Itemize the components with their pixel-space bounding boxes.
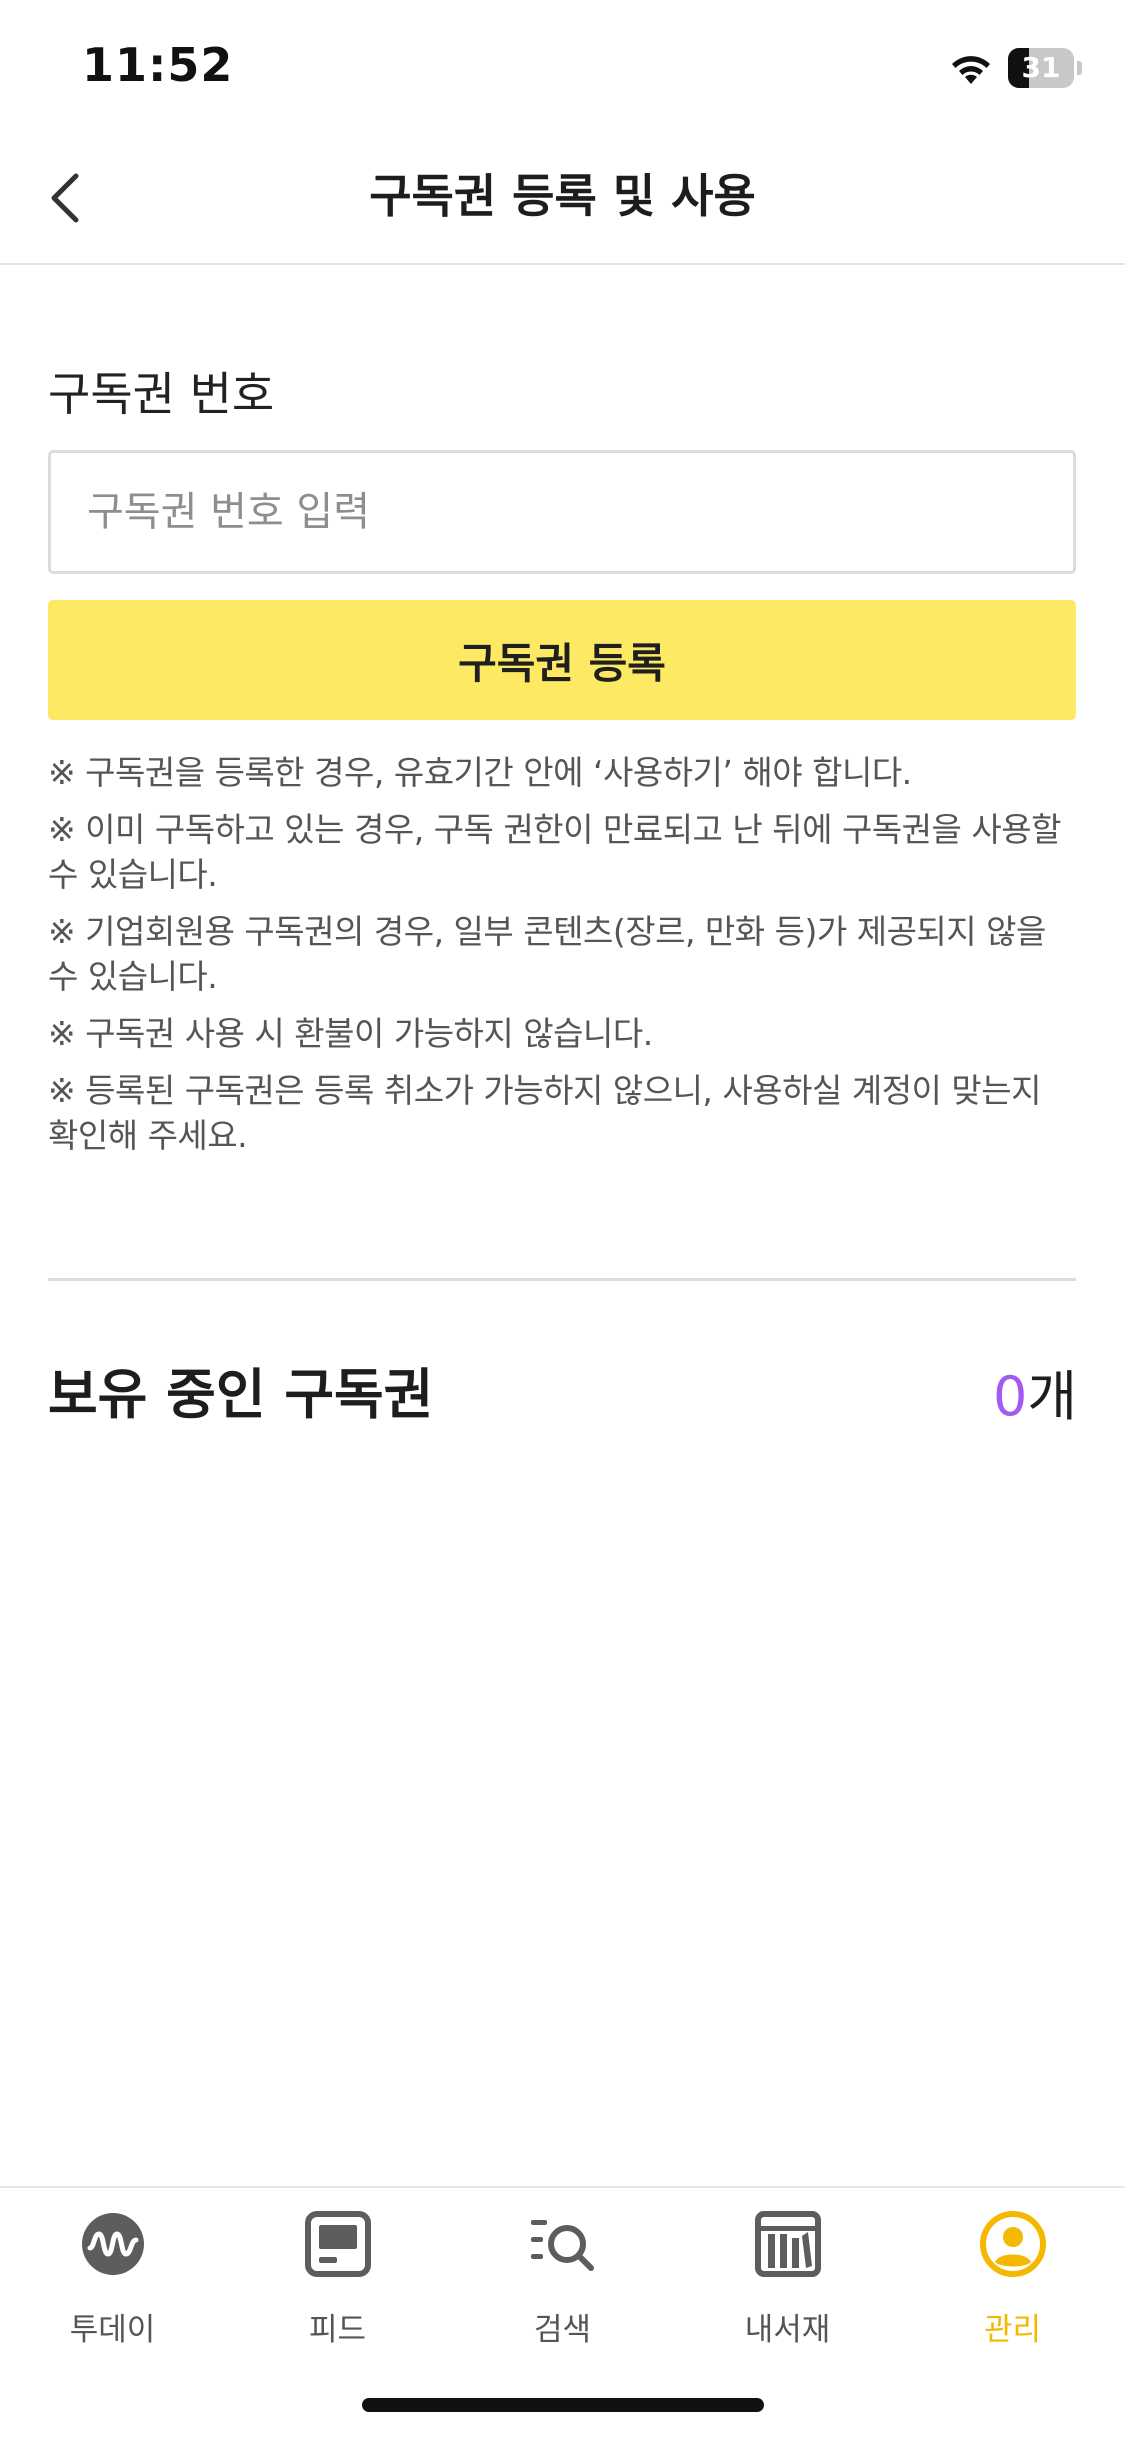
bookshelf-icon — [755, 2211, 821, 2277]
owned-vouchers-count: 0개 — [993, 1352, 1077, 1431]
tab-label: 관리 — [983, 2312, 1042, 2348]
tab-manage[interactable]: 관리 — [900, 2208, 1125, 2358]
section-divider — [48, 1278, 1076, 1281]
status-time: 11:52 — [82, 38, 234, 92]
tab-library[interactable]: 내서재 — [675, 2208, 900, 2358]
owned-count-number: 0 — [992, 1365, 1028, 1428]
header: 구독권 등록 및 사용 — [0, 135, 1125, 265]
home-indicator — [362, 2398, 764, 2412]
voucher-number-label: 구독권 번호 — [48, 367, 275, 421]
notice-item: ※ 등록된 구독권은 등록 취소가 가능하지 않으니, 사용하실 계정이 맞는지… — [48, 1071, 1042, 1155]
wifi-icon — [952, 56, 990, 84]
voucher-number-input[interactable] — [48, 450, 1076, 574]
notice-item: ※ 기업회원용 구독권의 경우, 일부 콘텐츠(장르, 만화 등)가 제공되지 … — [48, 912, 1046, 996]
feed-icon — [305, 2211, 371, 2277]
notice-item: ※ 구독권 사용 시 환불이 가능하지 않습니다. — [48, 1014, 653, 1053]
register-voucher-button[interactable]: 구독권 등록 — [48, 600, 1076, 720]
back-button[interactable] — [36, 163, 96, 233]
tab-label: 투데이 — [69, 2312, 156, 2348]
notice-list: ※ 구독권을 등록한 경우, 유효기간 안에 ‘사용하기’ 해야 합니다. ※ … — [48, 750, 1078, 1170]
battery-level: 31 — [1021, 51, 1061, 84]
tab-label: 검색 — [533, 2312, 592, 2348]
tab-feed[interactable]: 피드 — [225, 2208, 450, 2358]
tab-label: 피드 — [308, 2312, 367, 2348]
tab-today[interactable]: 투데이 — [0, 2208, 225, 2358]
notice-item: ※ 구독권을 등록한 경우, 유효기간 안에 ‘사용하기’ 해야 합니다. — [48, 753, 912, 792]
tab-search[interactable]: 검색 — [450, 2208, 675, 2358]
owned-count-unit: 개 — [1027, 1365, 1077, 1428]
today-wave-icon — [82, 2213, 144, 2275]
owned-vouchers-title: 보유 중인 구독권 — [48, 1363, 434, 1426]
tab-label: 내서재 — [744, 2312, 831, 2348]
chevron-left-icon — [51, 173, 79, 223]
profile-icon — [980, 2211, 1046, 2277]
battery-icon: 31 — [1008, 48, 1082, 88]
status-bar: 11:52 31 — [0, 0, 1125, 135]
notice-item: ※ 이미 구독하고 있는 경우, 구독 권한이 만료되고 난 뒤에 구독권을 사… — [48, 810, 1061, 894]
page-title: 구독권 등록 및 사용 — [369, 169, 756, 223]
search-list-icon — [531, 2220, 594, 2271]
